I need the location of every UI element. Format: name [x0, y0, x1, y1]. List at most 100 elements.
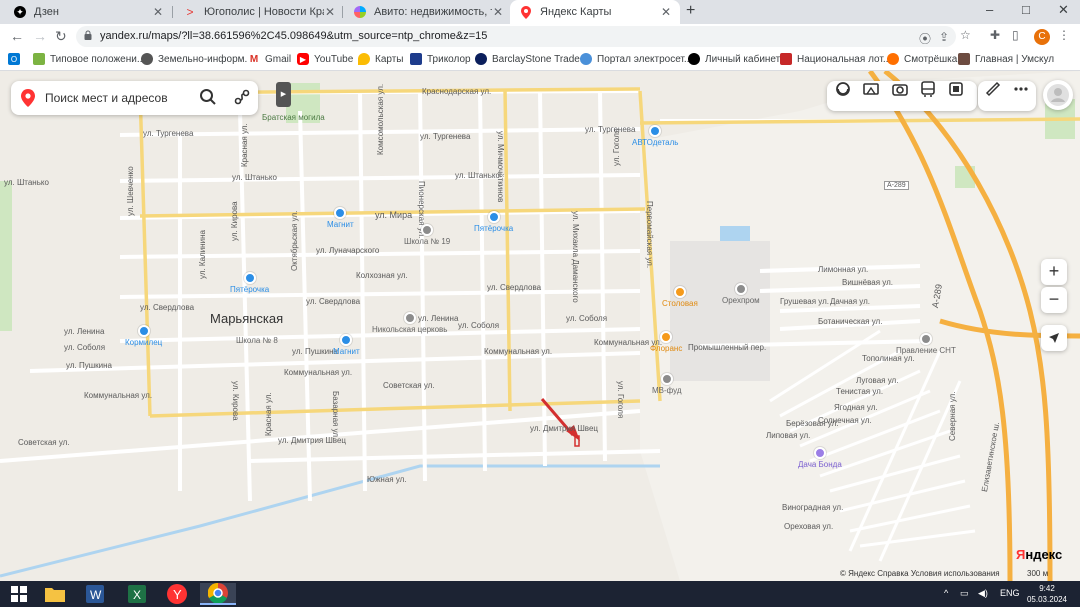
panorama-icon[interactable] — [863, 81, 879, 97]
poi-church[interactable]: Никольская церковь — [372, 312, 447, 334]
windows-start-icon[interactable] — [4, 583, 34, 605]
bookmark-item[interactable]: M Gmail — [248, 53, 291, 65]
route-icon[interactable] — [233, 88, 251, 106]
street-label: ул. Соболя — [458, 321, 500, 330]
tab-yugopolis[interactable]: > Югополис | Новости Краснодар ✕ — [174, 0, 342, 24]
layers-icon[interactable] — [835, 81, 851, 97]
excel-icon[interactable]: X — [122, 583, 152, 605]
bookmark-label: Личный кабинет — [705, 53, 781, 65]
extensions-icon[interactable]: ✚ — [990, 28, 1000, 42]
clock-date: 05.03.2024 — [1026, 595, 1068, 604]
svg-text:Y: Y — [173, 587, 182, 602]
word-icon[interactable]: W — [80, 583, 110, 605]
bookmark-item[interactable]: Смотрёшка — [887, 53, 957, 65]
street-label: ул. Мира — [375, 210, 413, 220]
tray-chevron-icon[interactable]: ^ — [944, 588, 948, 598]
bookmark-item[interactable]: Личный кабинет — [688, 53, 780, 65]
close-tab-icon[interactable]: ✕ — [658, 5, 674, 19]
back-icon[interactable]: ← — [10, 28, 24, 44]
map-canvas[interactable]: Краснодарская ул. ул. Тургенева ул. Тург… — [0, 71, 1080, 581]
lock-icon — [84, 30, 92, 40]
factory-icon — [660, 373, 673, 385]
poi-kormilets[interactable]: Кормилец — [125, 325, 162, 347]
more-dots-icon[interactable] — [1013, 81, 1029, 97]
town-label: Марьянская — [210, 311, 284, 326]
street-label: ул. Тургенева — [143, 129, 194, 138]
poi-pyaterochka[interactable]: Пятёрочка — [230, 272, 269, 294]
bookmark-label: Типовое положени... — [50, 53, 146, 65]
share-icon[interactable]: ⇪ — [939, 30, 949, 44]
map-search-box[interactable]: Поиск мест и адресов — [11, 81, 258, 115]
input-language[interactable]: ENG — [1000, 588, 1020, 598]
bookmark-item[interactable]: Главная | Умскул — [958, 53, 1054, 65]
sidepanel-icon[interactable]: ▯ — [1012, 28, 1019, 42]
location-icon[interactable]: ⦿ — [919, 30, 931, 47]
profile-avatar[interactable]: C — [1034, 29, 1050, 45]
volume-icon[interactable]: ◀) — [978, 588, 988, 599]
poi-snt-board[interactable]: Правление СНТ — [896, 333, 956, 355]
search-icon[interactable] — [199, 88, 217, 106]
bookmark-item[interactable]: Земельно-информ... — [141, 53, 253, 65]
network-icon[interactable]: ▭ — [960, 588, 969, 599]
close-tab-icon[interactable]: ✕ — [150, 5, 166, 19]
poi-canteen[interactable]: Столовая — [662, 286, 698, 308]
bookmark-item[interactable]: Триколор — [410, 53, 471, 65]
bookmark-label: BarclayStone Trade... — [492, 53, 589, 65]
navigation-arrow-icon — [1049, 333, 1059, 343]
poi-orekhprom[interactable]: Орехпром — [722, 283, 760, 305]
transit-icon[interactable] — [920, 81, 936, 97]
camera-icon[interactable] — [892, 81, 908, 97]
close-tab-icon[interactable]: ✕ — [492, 5, 504, 19]
clock-time: 9:42 — [1039, 584, 1055, 593]
close-tab-icon[interactable]: ✕ — [324, 5, 336, 19]
tab-avito[interactable]: Авито: недвижимость, транспо ✕ — [344, 0, 510, 24]
taskbar-clock[interactable]: 9:42 05.03.2024 — [1022, 583, 1072, 605]
zoom-out-button[interactable]: − — [1041, 287, 1067, 313]
traffic-icon[interactable] — [948, 81, 964, 97]
factory-icon — [734, 283, 747, 295]
poi-pyaterochka[interactable]: Пятёрочка — [474, 211, 513, 233]
poi-florans[interactable]: Флоранс — [650, 331, 682, 353]
poi-school-19[interactable]: Школа № 19 — [404, 224, 450, 246]
file-explorer-icon[interactable] — [40, 583, 70, 605]
yandex-browser-icon[interactable]: Y — [162, 583, 192, 605]
bookmark-item[interactable]: Портал электросет... — [580, 53, 692, 65]
sidebar-toggle-button[interactable]: ▶ — [276, 82, 291, 107]
poi-magnit[interactable]: Магнит — [333, 334, 360, 356]
poi-label: Пятёрочка — [474, 224, 514, 233]
bookmark-item[interactable]: Национальная лот... — [780, 53, 891, 65]
map-footer-links[interactable]: © Яндекс Справка Условия использования — [840, 569, 1000, 578]
my-location-button[interactable] — [1041, 325, 1067, 351]
bookmark-apps[interactable]: O — [8, 53, 25, 65]
poi-autoparts[interactable]: АВТОдеталь — [632, 125, 678, 147]
bookmark-item[interactable]: Типовое положени... — [33, 53, 145, 65]
shop-icon — [340, 334, 353, 346]
bookmark-item[interactable]: ▶ YouTube — [297, 53, 353, 65]
user-avatar-button[interactable] — [1043, 80, 1073, 110]
tab-dzen[interactable]: ✦ Дзен ✕ — [4, 0, 172, 24]
poi-dacha-bonda[interactable]: Дача Бонда — [798, 447, 842, 469]
street-label: ул. Луначарского — [316, 246, 380, 255]
bookmark-item[interactable]: Карты — [358, 53, 404, 65]
shop-icon — [137, 325, 150, 337]
address-bar[interactable]: yandex.ru/maps/?ll=38.661596%2C45.098649… — [76, 26, 956, 47]
zoom-in-button[interactable]: + — [1041, 259, 1067, 285]
forward-icon[interactable]: → — [33, 28, 47, 44]
street-label: ул. Соболя — [566, 314, 608, 323]
maximize-button[interactable]: □ — [1022, 2, 1030, 17]
tab-yandex-maps[interactable]: Яндекс Карты ✕ — [510, 0, 680, 24]
chrome-icon[interactable] — [200, 583, 236, 605]
poi-school-8[interactable]: Школа № 8 — [236, 336, 278, 345]
menu-dots-icon[interactable]: ⋮ — [1058, 28, 1070, 42]
new-tab-button[interactable]: + — [686, 2, 695, 20]
poi-magnit[interactable]: Магнит — [327, 207, 354, 229]
reload-icon[interactable]: ↻ — [55, 28, 67, 45]
poi-mv-food[interactable]: МВ-фуд — [652, 373, 682, 395]
street-label: ул. Тургенева — [420, 132, 471, 141]
poi-memorial[interactable]: Братская могила — [262, 113, 325, 122]
bookmark-star-icon[interactable]: ☆ — [960, 28, 971, 42]
minimize-button[interactable]: – — [986, 2, 993, 17]
close-window-button[interactable]: ✕ — [1058, 2, 1069, 18]
ruler-icon[interactable] — [985, 81, 1001, 97]
bookmark-item[interactable]: BarclayStone Trade... — [475, 53, 588, 65]
